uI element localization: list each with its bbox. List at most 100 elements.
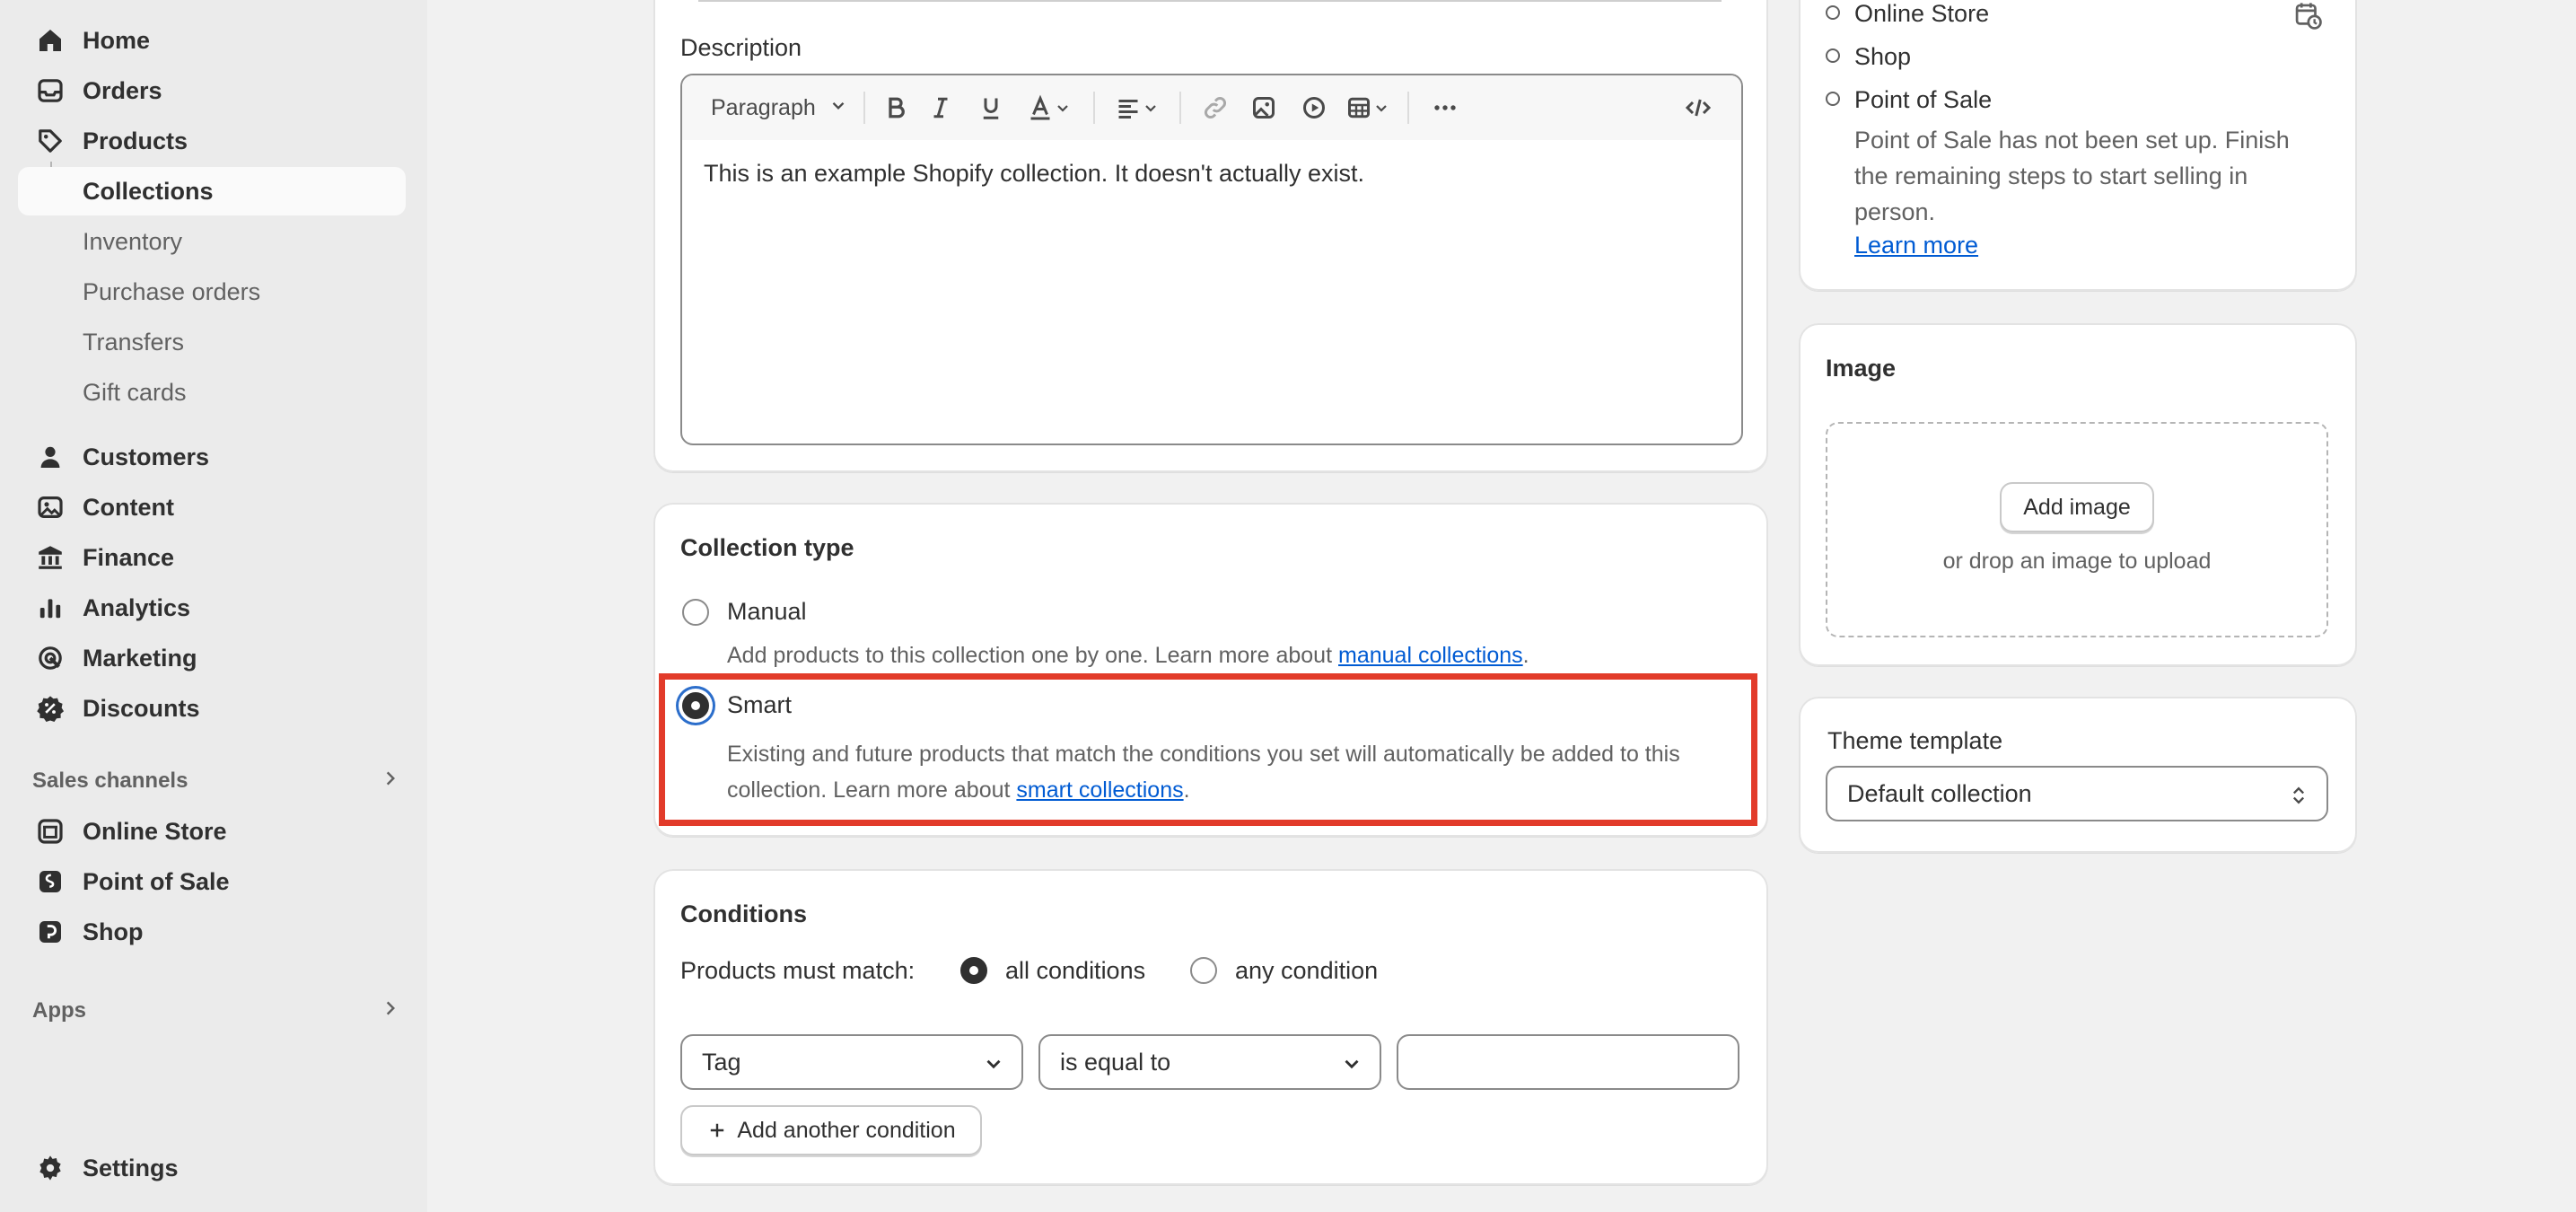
nav-collections[interactable]: Collections bbox=[18, 167, 406, 215]
chevron-right-icon bbox=[381, 998, 400, 1024]
channel-online-store: Online Store bbox=[1854, 0, 1990, 27]
nav-orders[interactable]: Orders bbox=[18, 66, 406, 115]
editor-toolbar: Paragraph bbox=[682, 75, 1741, 140]
pos-note-line3: person. bbox=[1854, 198, 1936, 225]
nav-shop-label: Shop bbox=[83, 918, 144, 945]
any-condition-label[interactable]: any condition bbox=[1235, 957, 1378, 985]
sidebar: Home Orders Products Collections Invento… bbox=[0, 0, 427, 1212]
italic-icon[interactable] bbox=[916, 86, 966, 129]
any-condition-radio[interactable] bbox=[1190, 957, 1217, 984]
editor-content[interactable]: This is an example Shopify collection. I… bbox=[704, 160, 1364, 188]
nav-marketing[interactable]: Marketing bbox=[18, 634, 406, 682]
tag-icon bbox=[34, 125, 66, 157]
plus-icon bbox=[706, 1120, 728, 1141]
nav-content[interactable]: Content bbox=[18, 483, 406, 531]
nav-customers[interactable]: Customers bbox=[18, 433, 406, 481]
nav-home-label: Home bbox=[83, 26, 151, 54]
manual-help-text: Add products to this collection one by o… bbox=[727, 643, 1333, 668]
toolbar-separator bbox=[863, 92, 865, 124]
add-condition-button[interactable]: Add another condition bbox=[680, 1105, 982, 1155]
chevron-right-icon bbox=[381, 768, 400, 795]
nav-settings[interactable]: Settings bbox=[18, 1144, 406, 1192]
sales-channels-header[interactable]: Sales channels bbox=[32, 763, 400, 799]
nav-finance[interactable]: Finance bbox=[18, 533, 406, 582]
highlight-box bbox=[659, 673, 1757, 826]
bold-icon[interactable] bbox=[876, 86, 916, 129]
nav-customers-label: Customers bbox=[83, 443, 210, 470]
theme-template-select[interactable]: Default collection bbox=[1826, 766, 2328, 821]
learn-more-link[interactable]: Learn more bbox=[1854, 232, 1978, 259]
chevron-down-icon bbox=[828, 95, 848, 121]
schedule-icon[interactable] bbox=[2292, 0, 2323, 35]
manual-help: Add products to this collection one by o… bbox=[727, 643, 1529, 669]
align-icon[interactable] bbox=[1106, 86, 1169, 129]
nav-products[interactable]: Products bbox=[18, 117, 406, 165]
more-icon[interactable] bbox=[1420, 86, 1470, 129]
gear-icon bbox=[34, 1152, 66, 1184]
add-image-button[interactable]: Add image bbox=[2000, 482, 2154, 532]
nav-collections-label: Collections bbox=[83, 177, 214, 205]
nav-home[interactable]: Home bbox=[18, 16, 406, 65]
toolbar-separator bbox=[1093, 92, 1095, 124]
manual-radio[interactable] bbox=[682, 599, 709, 626]
pos-note: Point of Sale has not been set up. Finis… bbox=[1854, 122, 2290, 230]
underline-icon[interactable] bbox=[966, 86, 1016, 129]
format-select[interactable]: Paragraph bbox=[682, 86, 853, 129]
toolbar-separator bbox=[1407, 92, 1409, 124]
format-select-value: Paragraph bbox=[711, 94, 816, 120]
discount-icon bbox=[34, 692, 66, 725]
manual-label[interactable]: Manual bbox=[727, 598, 807, 626]
conditions-title: Conditions bbox=[680, 900, 807, 927]
status-dot bbox=[1826, 92, 1840, 106]
apps-label: Apps bbox=[32, 998, 86, 1023]
nav-analytics[interactable]: Analytics bbox=[18, 584, 406, 632]
home-icon bbox=[34, 24, 66, 57]
text-color-icon[interactable] bbox=[1016, 86, 1082, 129]
nav-purchase-orders[interactable]: Purchase orders bbox=[83, 272, 260, 312]
condition-value-input[interactable] bbox=[1397, 1034, 1739, 1090]
person-icon bbox=[34, 441, 66, 473]
table-icon[interactable] bbox=[1339, 86, 1397, 129]
chevron-down-icon bbox=[1345, 1059, 1359, 1069]
target-icon bbox=[34, 642, 66, 674]
apps-header[interactable]: Apps bbox=[32, 993, 400, 1029]
manual-collections-link[interactable]: manual collections bbox=[1338, 643, 1523, 668]
sales-channels-label: Sales channels bbox=[32, 768, 188, 793]
pos-note-line2: the remaining steps to start selling in bbox=[1854, 162, 2248, 189]
channel-point-of-sale: Point of Sale bbox=[1854, 86, 1993, 113]
nav-inventory[interactable]: Inventory bbox=[83, 222, 182, 261]
video-icon[interactable] bbox=[1289, 86, 1339, 129]
condition-operator-value: is equal to bbox=[1060, 1048, 1171, 1076]
channel-shop: Shop bbox=[1854, 43, 1912, 70]
status-dot bbox=[1826, 48, 1840, 63]
bank-icon bbox=[34, 541, 66, 574]
nav-point-of-sale[interactable]: Point of Sale bbox=[18, 857, 406, 906]
select-arrows-icon bbox=[2292, 786, 2305, 804]
content-icon bbox=[34, 491, 66, 523]
condition-operator-select[interactable]: is equal to bbox=[1038, 1034, 1381, 1090]
theme-template-value: Default collection bbox=[1847, 779, 2032, 807]
code-view-icon[interactable] bbox=[1671, 86, 1725, 129]
nav-gift-cards[interactable]: Gift cards bbox=[83, 373, 187, 412]
nav-shop[interactable]: Shop bbox=[18, 908, 406, 956]
status-dot bbox=[1826, 5, 1840, 20]
collection-type-title: Collection type bbox=[680, 534, 854, 561]
nav-content-label: Content bbox=[83, 493, 174, 521]
orders-icon bbox=[34, 75, 66, 107]
all-conditions-radio[interactable] bbox=[960, 957, 987, 984]
pos-icon bbox=[34, 865, 66, 898]
condition-field-select[interactable]: Tag bbox=[680, 1034, 1023, 1090]
match-label: Products must match: bbox=[680, 957, 916, 984]
nav-products-label: Products bbox=[83, 127, 188, 154]
all-conditions-label[interactable]: all conditions bbox=[1005, 957, 1145, 985]
nav-transfers[interactable]: Transfers bbox=[83, 322, 184, 362]
rich-text-editor[interactable]: Paragraph This is an example Shopify col… bbox=[680, 74, 1743, 445]
nav-online-store[interactable]: Online Store bbox=[18, 807, 406, 856]
condition-field-value: Tag bbox=[702, 1048, 741, 1076]
nav-discounts[interactable]: Discounts bbox=[18, 684, 406, 733]
shop-icon bbox=[34, 916, 66, 948]
nav-point-of-sale-label: Point of Sale bbox=[83, 867, 230, 895]
image-icon[interactable] bbox=[1239, 86, 1289, 129]
link-icon[interactable] bbox=[1192, 86, 1239, 129]
chevron-down-icon bbox=[986, 1059, 1001, 1069]
